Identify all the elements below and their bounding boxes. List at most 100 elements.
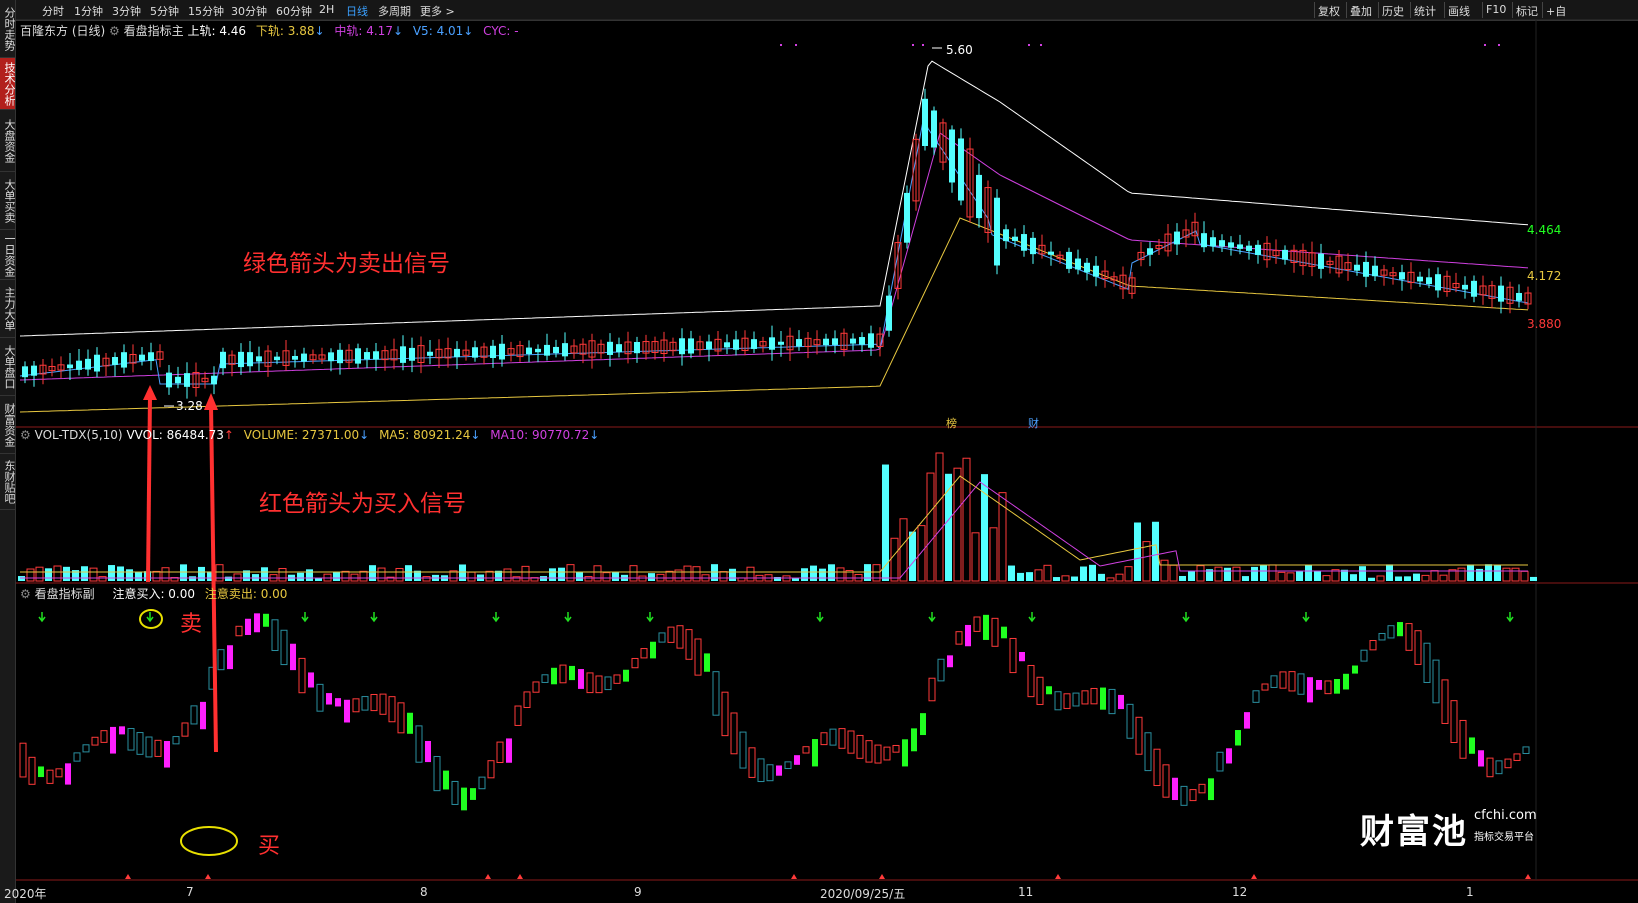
osc-bar [136, 732, 144, 755]
sub-settings-icon[interactable]: ⚙ [20, 587, 31, 601]
volume-bar [909, 531, 916, 581]
volume-indicator-name[interactable]: VOL-TDX(5,10) [35, 428, 123, 442]
osc-bar [1153, 748, 1161, 787]
osc-bar [1081, 690, 1089, 705]
volume-bar [953, 467, 962, 582]
candle-body [328, 352, 334, 362]
finance-marker[interactable]: 财 [1028, 415, 1039, 431]
volume-bar [1467, 564, 1474, 581]
osc-bar [712, 671, 720, 716]
volume-bar [98, 576, 107, 582]
volume-bar [1457, 567, 1466, 582]
candle-body [85, 358, 91, 370]
candle-body [868, 333, 874, 348]
volume-bar [341, 570, 350, 582]
sub-chart-header: ⚙ 看盘指标副 注意买入: 0.00 注意卖出: 0.00 [20, 585, 287, 602]
volume-bar [261, 567, 268, 581]
osc-bar [739, 731, 747, 769]
volume-bar [1080, 566, 1087, 581]
volume-bar [135, 571, 142, 581]
volume-bar [971, 532, 980, 582]
osc-bar [1135, 716, 1143, 755]
volume-bar [926, 472, 935, 582]
volume-bar [629, 565, 638, 582]
volume-bar [890, 537, 899, 582]
volume-bar [198, 566, 205, 581]
osc-bar [757, 758, 765, 783]
osc-bar [1108, 688, 1116, 715]
osc-bar [748, 747, 756, 778]
upper-band-price-tag: 4.464 [1527, 223, 1562, 237]
candle-body [94, 354, 100, 372]
volume-bar [566, 564, 575, 582]
volume-bar [233, 573, 242, 582]
sell-arrow-icon [928, 612, 936, 623]
buy-marker-icon [1055, 874, 1061, 879]
osc-bar [38, 766, 44, 778]
volume-ma5-line [20, 475, 1528, 573]
osc-bar [1469, 737, 1475, 754]
volume-bar [1359, 566, 1366, 581]
volume-bar [1034, 569, 1043, 582]
sell-arrow-icon [492, 612, 500, 623]
low-price-label: 3.28 [176, 399, 203, 413]
watermark-tagline: 指标交易平台 [1474, 832, 1534, 843]
volume-bar [1350, 574, 1357, 581]
osc-bar [955, 631, 963, 645]
list-marker[interactable]: 榜 [946, 415, 957, 431]
osc-bar [1378, 632, 1386, 641]
sell-arrow-icon [301, 612, 309, 623]
indicator-name[interactable]: 看盘指标主 [124, 24, 184, 38]
volume-bar [612, 571, 619, 581]
sub-indicator-name[interactable]: 看盘指标副 [35, 587, 95, 601]
candle-body [634, 341, 640, 354]
candle-body [544, 344, 550, 356]
candle-body [220, 351, 226, 369]
volume-bar [1511, 567, 1520, 582]
volume-bar [1061, 575, 1070, 582]
candle-body [1498, 285, 1504, 302]
candle-body [1354, 264, 1360, 271]
volume-bar [26, 568, 35, 582]
settings-icon[interactable]: ⚙ [109, 24, 120, 38]
candle-body [688, 338, 694, 354]
candle-body [175, 376, 181, 384]
osc-bar [470, 788, 476, 800]
volume-bar [1439, 574, 1448, 582]
candle-body [904, 192, 910, 243]
candle-body [1201, 233, 1207, 248]
osc-bar [316, 683, 324, 712]
candle-body [364, 352, 370, 360]
candle-body [1372, 265, 1378, 277]
volume-bar [108, 565, 115, 581]
osc-bar [298, 657, 306, 694]
middle-band-label: 中轨: [334, 24, 363, 38]
upper-band-value: 4.46 [219, 24, 247, 38]
osc-bar [478, 776, 486, 790]
osc-bar [947, 655, 953, 668]
osc-bar [1513, 753, 1521, 761]
volume-bar [215, 564, 224, 582]
volume-bar [521, 565, 530, 582]
osc-bar [784, 761, 792, 770]
osc-bar [559, 664, 567, 684]
candle-body [1048, 251, 1054, 255]
volume-bar [1196, 565, 1205, 582]
volume-settings-icon[interactable]: ⚙ [20, 428, 31, 442]
osc-bar [1270, 675, 1278, 688]
osc-bar [1144, 732, 1152, 772]
osc-bar [326, 693, 332, 705]
volume-bar [1520, 570, 1529, 582]
candle-body [976, 174, 982, 219]
buy-marker-icon [205, 874, 211, 879]
sell-arrow-icon [1182, 612, 1190, 623]
volume-bar [836, 567, 845, 582]
volume-bar [1160, 559, 1169, 582]
volume-bar [819, 568, 826, 581]
osc-bar [838, 728, 846, 749]
osc-bar [1495, 760, 1503, 775]
candle-body [337, 349, 343, 364]
sell-arrow-icon [816, 612, 824, 623]
volume-bar [692, 566, 701, 582]
candle-body [796, 339, 802, 347]
